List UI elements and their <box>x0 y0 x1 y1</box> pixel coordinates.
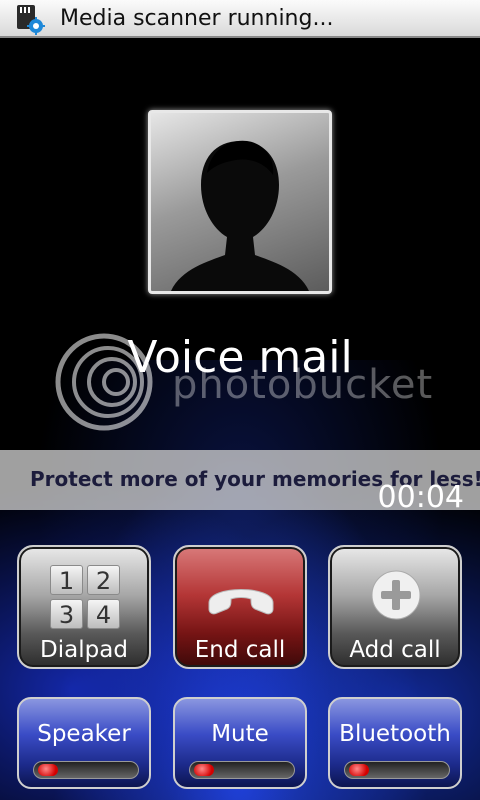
end-call-button[interactable]: End call <box>173 545 307 669</box>
dialpad-button[interactable]: 1 2 3 4 Dialpad <box>17 545 151 669</box>
mute-label: Mute <box>211 721 269 747</box>
status-text: Media scanner running... <box>60 6 334 31</box>
dialpad-icon: 1 2 3 4 <box>50 565 122 631</box>
bluetooth-led-icon <box>349 764 369 776</box>
mute-led-icon <box>194 764 214 776</box>
speaker-label: Speaker <box>37 721 131 747</box>
bluetooth-label: Bluetooth <box>339 721 451 747</box>
plus-icon <box>371 570 421 620</box>
end-call-label: End call <box>194 637 286 663</box>
hang-up-icon <box>208 589 274 615</box>
status-bar: Media scanner running... <box>0 0 480 38</box>
mute-toggle[interactable]: Mute <box>173 697 307 789</box>
dialpad-key: 3 <box>50 599 83 629</box>
bluetooth-indicator-track <box>344 761 450 779</box>
dialpad-label: Dialpad <box>40 637 128 663</box>
mute-indicator-track <box>189 761 295 779</box>
dialpad-key: 2 <box>87 565 120 595</box>
speaker-toggle[interactable]: Speaker <box>17 697 151 789</box>
speaker-led-icon <box>38 764 58 776</box>
speaker-indicator-track <box>33 761 139 779</box>
dialpad-key: 1 <box>50 565 83 595</box>
add-call-label: Add call <box>349 637 441 663</box>
contact-silhouette-icon <box>171 140 309 291</box>
call-timer: 00:04 <box>377 480 464 515</box>
contact-photo <box>148 110 332 294</box>
caller-name: Voice mail <box>127 332 353 383</box>
dialpad-key: 4 <box>87 599 120 629</box>
bluetooth-toggle[interactable]: Bluetooth <box>328 697 462 789</box>
add-call-button[interactable]: Add call <box>328 545 462 669</box>
sd-card-scan-icon <box>17 5 45 35</box>
